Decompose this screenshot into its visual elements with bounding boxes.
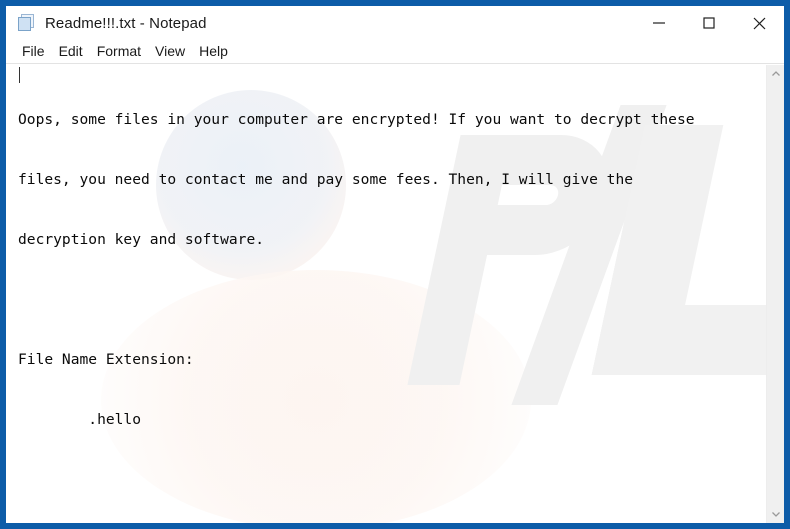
chevron-down-icon	[771, 512, 780, 517]
menu-item-format[interactable]: Format	[90, 42, 148, 61]
notepad-window: Readme!!!.txt - Notepad File Edit Format…	[0, 0, 790, 529]
chevron-up-icon	[771, 71, 780, 76]
menu-item-view[interactable]: View	[148, 42, 192, 61]
text-line: decryption key and software.	[18, 231, 265, 248]
scroll-down-button[interactable]	[767, 505, 784, 523]
notepad-icon	[18, 14, 36, 32]
window-title: Readme!!!.txt - Notepad	[45, 14, 207, 32]
maximize-icon	[703, 17, 715, 29]
minimize-button[interactable]	[634, 6, 684, 40]
text-line: files, you need to contact me and pay so…	[18, 171, 634, 188]
vertical-scrollbar[interactable]	[766, 65, 784, 523]
window-controls	[634, 6, 784, 40]
text-cursor	[19, 67, 20, 83]
menu-item-help[interactable]: Help	[192, 42, 235, 61]
scroll-up-button[interactable]	[767, 65, 784, 83]
menu-bar: File Edit Format View Help	[6, 40, 784, 64]
text-line	[18, 290, 764, 310]
text-editor-area[interactable]: Oops, some files in your computer are en…	[6, 65, 784, 523]
ransom-note-text[interactable]: Oops, some files in your computer are en…	[6, 65, 764, 523]
text-line: File Name Extension:	[18, 351, 194, 368]
close-button[interactable]	[734, 6, 784, 40]
text-line	[18, 470, 764, 490]
text-line: Oops, some files in your computer are en…	[18, 111, 695, 128]
text-line: .hello	[18, 411, 142, 428]
minimize-icon	[653, 22, 665, 24]
maximize-button[interactable]	[684, 6, 734, 40]
title-bar: Readme!!!.txt - Notepad	[6, 6, 784, 40]
menu-item-edit[interactable]: Edit	[52, 42, 90, 61]
menu-item-file[interactable]: File	[15, 42, 52, 61]
close-icon	[753, 17, 765, 29]
